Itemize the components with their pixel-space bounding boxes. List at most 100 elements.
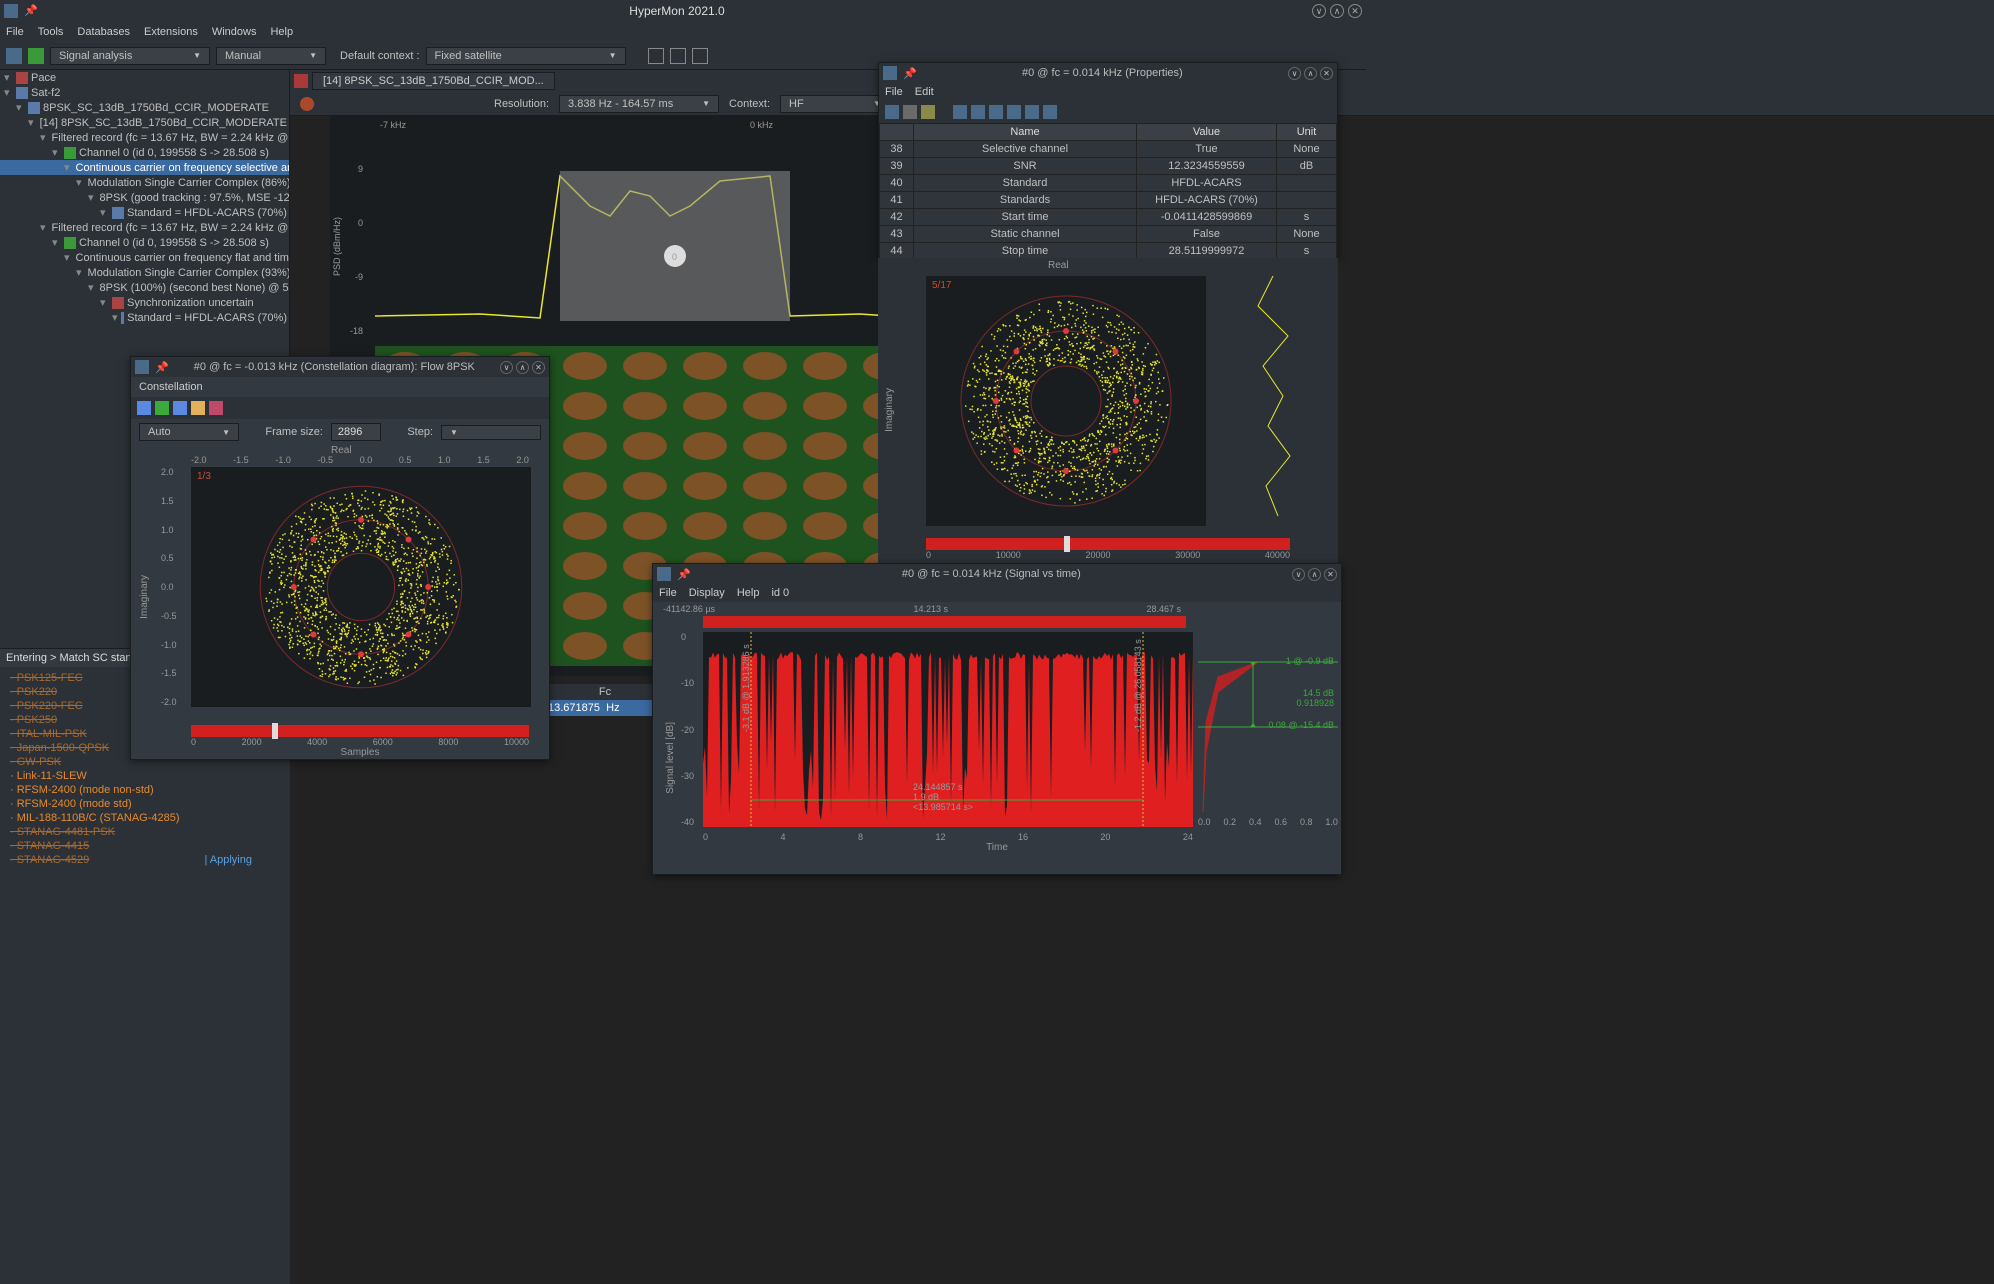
close-icon[interactable]: ✕ xyxy=(532,361,545,374)
menu-databases[interactable]: Databases xyxy=(77,26,130,38)
print-icon[interactable] xyxy=(921,105,935,119)
fc-readout: Fc 13.671875 Hz xyxy=(540,684,670,716)
max-icon[interactable]: ∧ xyxy=(516,361,529,374)
combo-auto[interactable]: Auto▼ xyxy=(139,423,239,441)
properties-panel: 📌 #0 @ fc = 0.014 kHz (Properties) ∨∧✕ F… xyxy=(878,62,1338,257)
standard-item[interactable]: · Link-11-SLEW xyxy=(0,769,262,783)
layout1-icon[interactable] xyxy=(648,48,664,64)
db-icon[interactable] xyxy=(6,48,22,64)
menu-help[interactable]: Help xyxy=(270,26,293,38)
standard-item[interactable]: · RFSM-2400 (mode std) xyxy=(0,797,262,811)
tree-item[interactable]: ▾Filtered record (fc = 13.67 Hz, BW = 2.… xyxy=(0,220,289,235)
tree-item[interactable]: ▾Synchronization uncertain xyxy=(0,295,289,310)
close-icon[interactable]: ✕ xyxy=(1348,4,1362,18)
sigtime-menu-file[interactable]: File xyxy=(659,587,677,599)
record-icon[interactable] xyxy=(300,97,314,111)
combo-manual[interactable]: Manual▼ xyxy=(216,47,326,65)
table-row[interactable]: 41StandardsHFDL-ACARS (70%) xyxy=(880,192,1337,209)
svg-text:9: 9 xyxy=(358,164,363,174)
axis-imag: Imaginary xyxy=(139,575,150,619)
table-row[interactable]: 38Selective channelTrueNone xyxy=(880,141,1337,158)
close-icon[interactable]: ✕ xyxy=(1320,67,1333,80)
tab-main[interactable]: [14] 8PSK_SC_13dB_1750Bd_CCIR_MOD... xyxy=(312,72,555,90)
min-icon[interactable]: ∨ xyxy=(1288,67,1301,80)
menu-extensions[interactable]: Extensions xyxy=(144,26,198,38)
standard-item[interactable]: · RFSM-2400 (mode non-std) xyxy=(0,783,262,797)
tree-item[interactable]: ▾[14] 8PSK_SC_13dB_1750Bd_CCIR_MODERATE xyxy=(0,115,289,130)
menu-windows[interactable]: Windows xyxy=(212,26,257,38)
t6-icon[interactable] xyxy=(1043,105,1057,119)
menu-tools[interactable]: Tools xyxy=(38,26,64,38)
t5-icon[interactable] xyxy=(1025,105,1039,119)
combo-context[interactable]: HF▼ xyxy=(780,95,890,113)
tree-item[interactable]: ▾Pace xyxy=(0,70,289,85)
maximize-icon[interactable]: ∧ xyxy=(1330,4,1344,18)
combo-mode[interactable]: Signal analysis▼ xyxy=(50,47,210,65)
nav-last-icon[interactable] xyxy=(191,401,205,415)
combo-resolution[interactable]: 3.838 Hz - 164.57 ms▼ xyxy=(559,95,719,113)
pin-icon[interactable]: 📌 xyxy=(903,67,917,80)
t3-icon[interactable] xyxy=(989,105,1003,119)
nav-next-icon[interactable] xyxy=(173,401,187,415)
psd-top-mid: 0 kHz xyxy=(750,120,774,130)
signal-plot[interactable]: -3.1 dB @ 1.913286 s-1.2 dB @ 26.058143 … xyxy=(703,632,1193,827)
sigtime-menu-help[interactable]: Help xyxy=(737,587,760,599)
tree-item[interactable]: ▾8PSK (good tracking : 97.5%, MSE -12.0 … xyxy=(0,190,289,205)
standard-item[interactable]: · STANAG-4481-PSK xyxy=(0,825,262,839)
tree-item[interactable]: ▾Modulation Single Carrier Complex (86%)… xyxy=(0,175,289,190)
min-icon[interactable]: ∨ xyxy=(500,361,513,374)
tree-item[interactable]: ▾8PSK (100%) (second best None) @ 5.250 … xyxy=(0,280,289,295)
layout2-icon[interactable] xyxy=(670,48,686,64)
sigtime-menu-display[interactable]: Display xyxy=(689,587,725,599)
tree-item[interactable]: ▾Modulation Single Carrier Complex (93%)… xyxy=(0,265,289,280)
nav-play-icon[interactable] xyxy=(155,401,169,415)
props-menu-file[interactable]: File xyxy=(885,86,903,98)
table-row[interactable]: 43Static channelFalseNone xyxy=(880,226,1337,243)
constellation-plot-large[interactable]: 5/17 xyxy=(926,276,1206,526)
tree-item[interactable]: ▾Continuous carrier on frequency flat an… xyxy=(0,250,289,265)
nav-color-icon[interactable] xyxy=(209,401,223,415)
applying-link[interactable]: | Applying xyxy=(204,854,252,866)
table-row[interactable]: 39SNR12.3234559559dB xyxy=(880,158,1337,175)
max-icon[interactable]: ∧ xyxy=(1308,568,1321,581)
tree-item[interactable]: ▾8PSK_SC_13dB_1750Bd_CCIR_MODERATE xyxy=(0,100,289,115)
props-menu-edit[interactable]: Edit xyxy=(915,86,934,98)
tree-item[interactable]: ▾Channel 0 (id 0, 199558 S -> 28.508 s) xyxy=(0,235,289,250)
tree-item[interactable]: ▾Standard = HFDL-ACARS (70%) xyxy=(0,205,289,220)
combo-step[interactable]: ▼ xyxy=(441,425,541,440)
pin-icon[interactable]: 📌 xyxy=(155,361,169,374)
sample-slider[interactable] xyxy=(926,538,1290,550)
pin-icon[interactable]: 📌 xyxy=(24,4,38,18)
t1-icon[interactable] xyxy=(953,105,967,119)
save-icon[interactable] xyxy=(885,105,899,119)
play-icon[interactable] xyxy=(28,48,44,64)
sample-slider[interactable] xyxy=(191,725,529,737)
standard-item[interactable]: · MIL-188-110B/C (STANAG-4285) xyxy=(0,811,262,825)
tree-item[interactable]: ▾Sat-f2 xyxy=(0,85,289,100)
t4-icon[interactable] xyxy=(1007,105,1021,119)
svg-text:<13.985714 s>: <13.985714 s> xyxy=(913,802,973,812)
combo-default-context[interactable]: Fixed satellite▼ xyxy=(426,47,626,65)
max-icon[interactable]: ∧ xyxy=(1304,67,1317,80)
min-icon[interactable]: ∨ xyxy=(1292,568,1305,581)
minimize-icon[interactable]: ∨ xyxy=(1312,4,1326,18)
t2-icon[interactable] xyxy=(971,105,985,119)
tab-close-icon[interactable] xyxy=(294,74,308,88)
tree-item[interactable]: ▾Standard = HFDL-ACARS (70%) xyxy=(0,310,289,325)
close-icon[interactable]: ✕ xyxy=(1324,568,1337,581)
menu-file[interactable]: File xyxy=(6,26,24,38)
nav-first-icon[interactable] xyxy=(137,401,151,415)
standard-item[interactable]: · STANAG-4415 xyxy=(0,839,262,853)
pin-icon[interactable]: 📌 xyxy=(677,568,691,581)
tree-item[interactable]: ▾Continuous carrier on frequency selecti… xyxy=(0,160,289,175)
table-row[interactable]: 40StandardHFDL-ACARS xyxy=(880,175,1337,192)
layout3-icon[interactable] xyxy=(692,48,708,64)
tree-item[interactable]: ▾Filtered record (fc = 13.67 Hz, BW = 2.… xyxy=(0,130,289,145)
table-row[interactable]: 42Start time-0.0411428599869s xyxy=(880,209,1337,226)
frame-size-input[interactable] xyxy=(331,423,381,441)
copy-icon[interactable] xyxy=(903,105,917,119)
table-row[interactable]: 44Stop time28.5119999972s xyxy=(880,243,1337,260)
time-overview-bar[interactable] xyxy=(703,616,1186,628)
tree-item[interactable]: ▾Channel 0 (id 0, 199558 S -> 28.508 s) xyxy=(0,145,289,160)
constellation-plot[interactable]: 1/3 xyxy=(191,467,531,707)
